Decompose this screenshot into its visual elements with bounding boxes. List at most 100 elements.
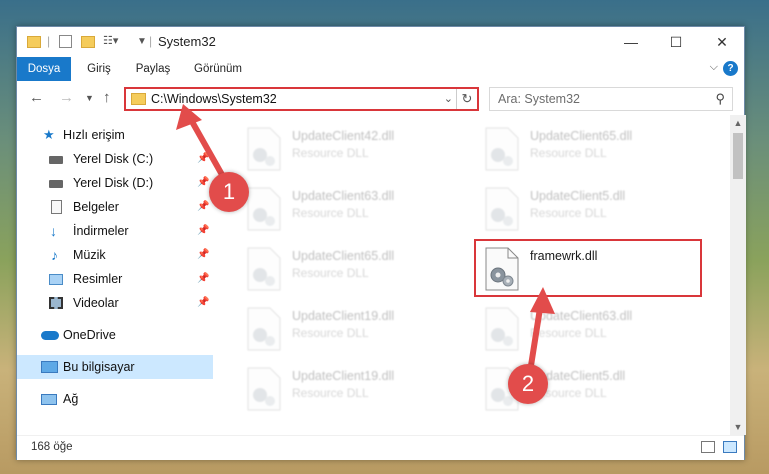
- scroll-thumb[interactable]: [733, 133, 743, 179]
- sidebar-item-indirmeler[interactable]: ↓ İndirmeler 📌: [17, 219, 213, 243]
- folder-icon: [27, 36, 41, 48]
- address-bar[interactable]: C:\Windows\System32 ⌄ ↻: [124, 87, 479, 111]
- sidebar-item-label: İndirmeler: [73, 224, 129, 238]
- window-title: System32: [158, 34, 216, 49]
- sidebar-item-ag[interactable]: Ağ: [17, 387, 213, 411]
- item-count: 168 öğe: [31, 441, 73, 453]
- dll-file-icon: [485, 307, 519, 351]
- title-bar: | ☷▾ ▼ | System32 — ☐ ✕: [17, 27, 744, 57]
- sidebar-item-onedrive[interactable]: OneDrive: [17, 323, 213, 347]
- pin-icon[interactable]: 📌: [197, 267, 209, 291]
- dll-file-icon: [247, 367, 281, 411]
- sidebar-item-disk-c[interactable]: Yerel Disk (C:) 📌: [17, 147, 213, 171]
- navigation-bar: ← → ▼ ↑ C:\Windows\System32 ⌄ ↻ Ara: Sys…: [17, 81, 744, 115]
- chevron-down-icon[interactable]: ⌄: [444, 92, 453, 105]
- pin-icon[interactable]: 📌: [197, 291, 209, 315]
- up-arrow-icon[interactable]: ↑: [103, 89, 111, 106]
- maximize-button[interactable]: ☐: [664, 31, 688, 53]
- file-type: Resource DLL: [292, 326, 369, 340]
- scroll-up-icon[interactable]: ▲: [730, 118, 746, 128]
- star-icon: ★: [43, 127, 55, 142]
- drive-icon: [49, 180, 63, 188]
- file-list: UpdateClient42.dll Resource DLL UpdateCl…: [214, 115, 730, 435]
- file-type: Resource DLL: [292, 146, 369, 160]
- details-view-icon[interactable]: [701, 441, 715, 453]
- file-item[interactable]: UpdateClient65.dll Resource DLL: [238, 241, 458, 297]
- scroll-down-icon[interactable]: ▼: [730, 422, 746, 432]
- file-name: UpdateClient63.dll: [530, 309, 633, 323]
- status-bar: 168 öğe: [17, 435, 744, 460]
- sidebar-item-disk-d[interactable]: Yerel Disk (D:) 📌: [17, 171, 213, 195]
- file-name: UpdateClient42.dll: [292, 129, 395, 143]
- expand-ribbon-icon[interactable]: ⌵: [710, 61, 718, 74]
- tab-paylas[interactable]: Paylaş: [129, 57, 177, 81]
- address-path[interactable]: C:\Windows\System32: [151, 92, 277, 106]
- computer-icon: [41, 361, 58, 373]
- tab-gorunum[interactable]: Görünüm: [187, 57, 249, 81]
- separator: |: [149, 34, 153, 48]
- file-item[interactable]: UpdateClient5.dll Resource DLL: [476, 181, 696, 237]
- step-1-badge: 1: [209, 172, 249, 212]
- pin-icon[interactable]: 📌: [197, 147, 209, 171]
- tab-dosya[interactable]: Dosya: [17, 57, 71, 81]
- sidebar-item-label: Yerel Disk (D:): [73, 176, 154, 190]
- file-item[interactable]: UpdateClient19.dll Resource DLL: [238, 301, 458, 357]
- sidebar-item-label: Hızlı erişim: [63, 128, 125, 142]
- search-placeholder: Ara: System32: [498, 92, 580, 106]
- properties-icon[interactable]: [59, 35, 72, 48]
- file-item[interactable]: UpdateClient63.dll Resource DLL: [238, 181, 458, 237]
- music-icon: ♪: [51, 247, 58, 263]
- new-folder-icon[interactable]: [81, 36, 95, 48]
- file-item[interactable]: UpdateClient65.dll Resource DLL: [476, 121, 696, 177]
- search-input[interactable]: Ara: System32 ⚲: [489, 87, 733, 111]
- sidebar-item-muzik[interactable]: ♪ Müzik 📌: [17, 243, 213, 267]
- pin-icon[interactable]: 📌: [197, 171, 209, 195]
- close-button[interactable]: ✕: [710, 31, 734, 53]
- search-icon[interactable]: ⚲: [715, 91, 725, 107]
- sidebar-item-hizli-erisim[interactable]: ★ Hızlı erişim: [17, 123, 213, 147]
- recent-chevron-icon[interactable]: ▼: [85, 93, 94, 103]
- chevron-down-icon[interactable]: ▼: [137, 36, 147, 47]
- dll-file-icon: [247, 247, 281, 291]
- dll-file-icon: [247, 127, 281, 171]
- file-name: UpdateClient19.dll: [292, 369, 395, 383]
- tab-giris[interactable]: Giriş: [79, 57, 119, 81]
- customize-toolbar-icon[interactable]: ☷▾: [103, 34, 118, 47]
- minimize-button[interactable]: —: [619, 31, 643, 53]
- picture-icon: [49, 274, 63, 285]
- sidebar-item-videolar[interactable]: Videolar 📌: [17, 291, 213, 315]
- sidebar-item-label: Belgeler: [73, 200, 119, 214]
- sidebar-item-resimler[interactable]: Resimler 📌: [17, 267, 213, 291]
- sidebar-item-label: Bu bilgisayar: [63, 360, 135, 374]
- file-item[interactable]: UpdateClient19.dll Resource DLL: [238, 361, 458, 417]
- file-item[interactable]: UpdateClient63.dll Resource DLL: [476, 301, 696, 357]
- dll-file-icon: [247, 187, 281, 231]
- separator: |: [47, 34, 51, 48]
- sidebar-item-label: Ağ: [63, 392, 79, 406]
- back-arrow-icon[interactable]: ←: [29, 89, 44, 106]
- file-item[interactable]: UpdateClient42.dll Resource DLL: [238, 121, 458, 177]
- folder-icon: [131, 93, 146, 105]
- sidebar-item-belgeler[interactable]: Belgeler 📌: [17, 195, 213, 219]
- file-type: Resource DLL: [530, 146, 607, 160]
- sidebar-item-label: OneDrive: [63, 328, 116, 342]
- help-icon[interactable]: ?: [723, 61, 738, 76]
- pin-icon[interactable]: 📌: [197, 219, 209, 243]
- file-name: UpdateClient5.dll: [530, 189, 626, 203]
- file-type: Resource DLL: [530, 326, 607, 340]
- refresh-icon[interactable]: ↻: [456, 89, 477, 109]
- cloud-icon: [41, 331, 59, 340]
- file-type: Resource DLL: [292, 266, 369, 280]
- video-icon: [49, 297, 63, 309]
- file-name: UpdateClient63.dll: [292, 189, 395, 203]
- file-type: Resource DLL: [530, 206, 607, 220]
- sidebar-item-bu-bilgisayar[interactable]: Bu bilgisayar: [17, 355, 213, 379]
- pin-icon[interactable]: 📌: [197, 243, 209, 267]
- vertical-scrollbar[interactable]: ▲ ▼: [730, 115, 746, 435]
- explorer-window: | ☷▾ ▼ | System32 — ☐ ✕ Dosya Giriş Payl…: [16, 26, 746, 460]
- large-icons-view-icon[interactable]: [723, 441, 737, 453]
- forward-arrow-icon[interactable]: →: [59, 89, 74, 106]
- file-type: Resource DLL: [292, 386, 369, 400]
- drive-icon: [49, 156, 63, 164]
- pin-icon[interactable]: 📌: [197, 195, 209, 219]
